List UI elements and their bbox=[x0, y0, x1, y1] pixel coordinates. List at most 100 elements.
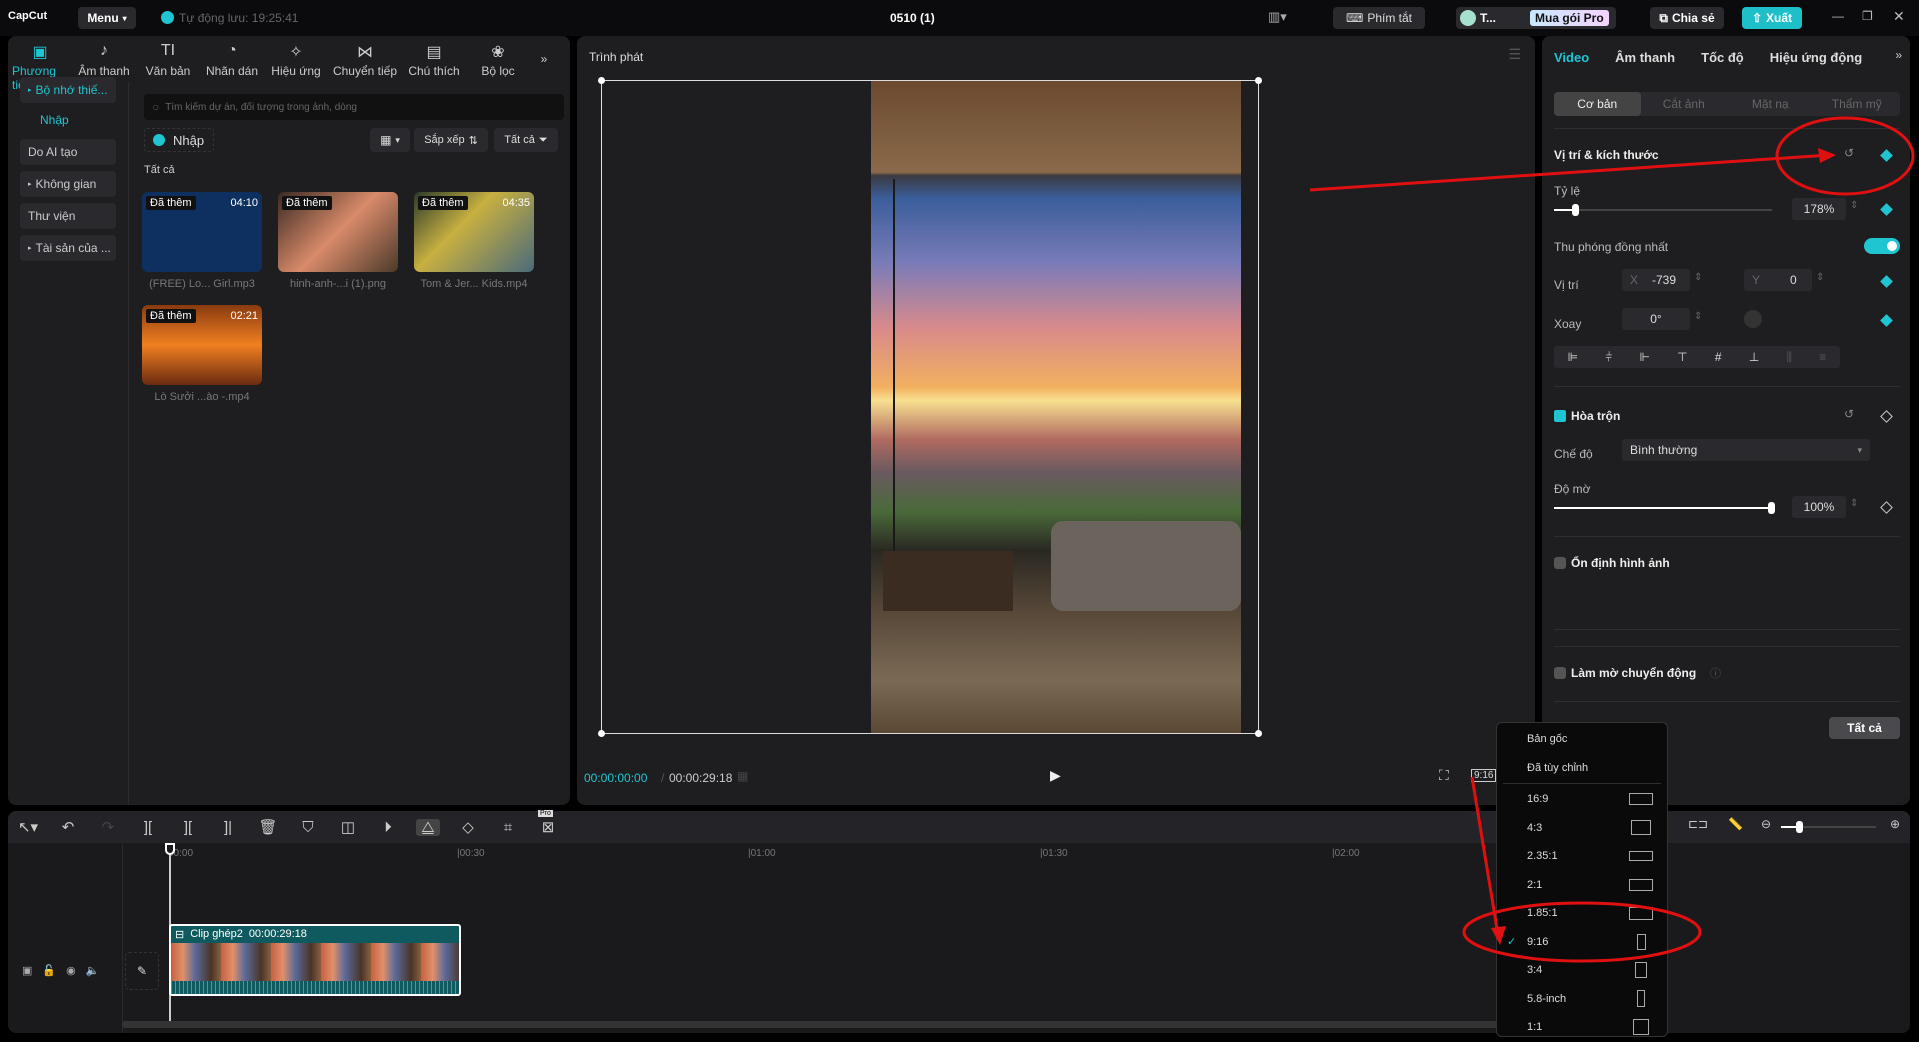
align-center-v-icon[interactable]: # bbox=[1715, 350, 1722, 364]
shortcuts-button[interactable]: ⌨ Phím tắt bbox=[1333, 7, 1425, 29]
speaker-icon[interactable]: 🔈 bbox=[86, 964, 100, 977]
ratio-option[interactable]: 4:3 bbox=[1497, 814, 1667, 843]
trim-left-icon[interactable]: ][ bbox=[176, 819, 200, 836]
freeze-icon[interactable]: ◫ bbox=[336, 818, 360, 836]
keyframe-icon[interactable] bbox=[1880, 501, 1893, 514]
media-search-input[interactable]: ○ Tìm kiếm dự án, đối tượng trong ảnh, d… bbox=[144, 94, 564, 120]
sidebar-item[interactable]: Thư viện bbox=[20, 203, 116, 229]
media-item[interactable]: Đã thêm 04:35 Tom & Jer... Kids.mp4 bbox=[414, 192, 534, 290]
keyframe-icon[interactable] bbox=[1880, 203, 1893, 216]
ratio-option[interactable]: Bản gốc bbox=[1497, 725, 1667, 754]
export-button[interactable]: ⇧ Xuất bbox=[1742, 7, 1802, 29]
sidebar-item[interactable]: Do AI tạo bbox=[20, 139, 116, 165]
subtab-2[interactable]: Mặt nạ bbox=[1727, 92, 1814, 116]
buy-pro-button[interactable]: Mua gói Pro bbox=[1530, 10, 1609, 26]
import-button[interactable]: Nhập bbox=[144, 128, 214, 152]
stepper-icon[interactable]: ⇕ bbox=[1694, 272, 1702, 283]
zoom-in-icon[interactable]: ⊕ bbox=[1890, 817, 1900, 831]
video-clip[interactable]: ⊟ Clip ghép2 00:00:29:18 bbox=[169, 924, 461, 996]
ratio-option[interactable]: 5.8-inch bbox=[1497, 985, 1667, 1014]
tab-media[interactable]: ▣Phương tiện bbox=[12, 42, 68, 92]
tab-3[interactable]: Hiệu ứng động bbox=[1770, 50, 1862, 65]
help-icon[interactable]: ⓘ bbox=[1710, 665, 1721, 681]
slider-handle[interactable] bbox=[1796, 821, 1803, 833]
waveform-icon[interactable]: ▦ bbox=[737, 769, 748, 783]
close-icon[interactable]: ✕ bbox=[1893, 8, 1905, 25]
uniform-scale-toggle[interactable] bbox=[1864, 238, 1900, 254]
position-y-input[interactable]: Y0 bbox=[1744, 269, 1812, 291]
undo-icon[interactable]: ↶ bbox=[56, 818, 80, 836]
sidebar-item[interactable]: ▸ Tài sản của ... bbox=[20, 235, 116, 261]
align-top-icon[interactable]: ⊤ bbox=[1677, 350, 1687, 364]
stepper-icon[interactable]: ⇕ bbox=[1816, 272, 1824, 283]
rotate-dial[interactable] bbox=[1744, 310, 1762, 328]
tab-0[interactable]: Video bbox=[1554, 50, 1589, 65]
media-item[interactable]: Đã thêm 02:21 Lò Sưởi ...ào -.mp4 bbox=[142, 305, 262, 403]
ratio-option[interactable]: 2.35:1 bbox=[1497, 842, 1667, 871]
tab-2[interactable]: Tốc độ bbox=[1701, 50, 1744, 65]
keyframe-icon[interactable] bbox=[1880, 149, 1893, 162]
ratio-option[interactable]: ✓ 9:16 bbox=[1497, 928, 1667, 957]
remove-bg-icon[interactable]: ⊠ Pro bbox=[536, 810, 560, 836]
ruler-zoom-icon[interactable]: 📏 bbox=[1728, 817, 1743, 831]
subtab-3[interactable]: Thẩm mỹ bbox=[1814, 92, 1901, 116]
menu-button[interactable]: Menu ▾ bbox=[78, 7, 136, 29]
distribute-h-icon[interactable]: ⫼ bbox=[1787, 350, 1793, 365]
share-button[interactable]: ⧉ Chia sẻ bbox=[1650, 7, 1724, 29]
reset-icon[interactable]: ↺ bbox=[1844, 407, 1854, 421]
layout-icon[interactable]: ▥▾ bbox=[1268, 9, 1287, 25]
keyframe-icon[interactable] bbox=[1880, 410, 1893, 423]
sidebar-item[interactable]: ▸ Bộ nhớ thiế... bbox=[20, 77, 116, 103]
ratio-option[interactable]: 1.85:1 bbox=[1497, 899, 1667, 928]
keyframe-icon[interactable] bbox=[1880, 314, 1893, 327]
tab-effects[interactable]: ✧ Hiệu ứng bbox=[268, 42, 324, 78]
eye-icon[interactable]: ◉ bbox=[66, 964, 76, 977]
opacity-input[interactable]: 100% bbox=[1792, 496, 1846, 518]
ratio-button[interactable]: 9:16 bbox=[1471, 769, 1497, 782]
resize-handle[interactable] bbox=[1255, 730, 1262, 737]
stepper-icon[interactable]: ⇕ bbox=[1694, 311, 1702, 322]
stepper-icon[interactable]: ⇕ bbox=[1850, 498, 1858, 509]
align-center-h-icon[interactable]: ⫩ bbox=[1605, 350, 1612, 365]
edit-cover-button[interactable]: ✎ bbox=[125, 952, 159, 990]
tab-caption[interactable]: ▤ Chú thích bbox=[406, 42, 462, 78]
tab-sticker[interactable]: ◔ Nhãn dán bbox=[204, 42, 260, 78]
playhead-handle[interactable] bbox=[165, 843, 175, 855]
tab-audio[interactable]: ♪ Âm thanh bbox=[76, 42, 132, 78]
position-x-input[interactable]: X -739 bbox=[1622, 269, 1690, 291]
reset-icon[interactable]: ↺ bbox=[1844, 146, 1854, 160]
opacity-slider[interactable] bbox=[1554, 502, 1775, 514]
subtab-1[interactable]: Cắt ảnh bbox=[1641, 92, 1728, 116]
stepper-icon[interactable]: ⇕ bbox=[1850, 200, 1858, 211]
minimize-icon[interactable]: — bbox=[1832, 9, 1844, 23]
ratio-option[interactable]: 2:1 bbox=[1497, 871, 1667, 900]
maximize-icon[interactable]: ❐ bbox=[1862, 9, 1873, 23]
align-left-icon[interactable]: ⊫ bbox=[1568, 350, 1578, 364]
timeline-zoom-slider[interactable] bbox=[1781, 821, 1876, 833]
trim-right-icon[interactable]: ]| bbox=[216, 819, 240, 836]
sidebar-item[interactable]: ▸ Không gian bbox=[20, 171, 116, 197]
play-icon[interactable]: ▶ bbox=[1050, 767, 1061, 784]
scale-slider[interactable] bbox=[1554, 204, 1772, 216]
slider-handle[interactable] bbox=[1768, 502, 1775, 514]
lock-icon[interactable]: 🔓 bbox=[42, 964, 56, 977]
ratio-option[interactable]: Đã tùy chỉnh bbox=[1497, 754, 1667, 783]
sidebar-item[interactable]: Nhập bbox=[20, 107, 116, 133]
ratio-option[interactable]: 3:4 bbox=[1497, 956, 1667, 985]
redo-icon[interactable]: ↷ bbox=[96, 818, 120, 836]
crop-icon[interactable]: ⌗ bbox=[496, 819, 520, 836]
align-right-icon[interactable]: ⊩ bbox=[1639, 350, 1649, 364]
rotate-input[interactable]: 0° bbox=[1622, 308, 1690, 330]
distribute-v-icon[interactable]: ≡ bbox=[1819, 350, 1826, 364]
timeline-scrollbar[interactable] bbox=[122, 1021, 1502, 1028]
more-tabs-icon[interactable]: » bbox=[1895, 48, 1902, 62]
split-icon[interactable]: ][ bbox=[136, 819, 160, 836]
fullscreen-zoom-icon[interactable]: ⛶ bbox=[1439, 767, 1449, 784]
resize-handle[interactable] bbox=[598, 730, 605, 737]
resize-handle[interactable] bbox=[598, 77, 605, 84]
subtab-0[interactable]: Cơ bản bbox=[1554, 92, 1641, 116]
sort-button[interactable]: Sắp xếp ⇅ bbox=[414, 128, 488, 152]
track-cover-icon[interactable]: ▣ bbox=[22, 964, 32, 977]
delete-icon[interactable]: 🗑 bbox=[256, 818, 280, 836]
align-bottom-icon[interactable]: ⊥ bbox=[1749, 350, 1759, 364]
